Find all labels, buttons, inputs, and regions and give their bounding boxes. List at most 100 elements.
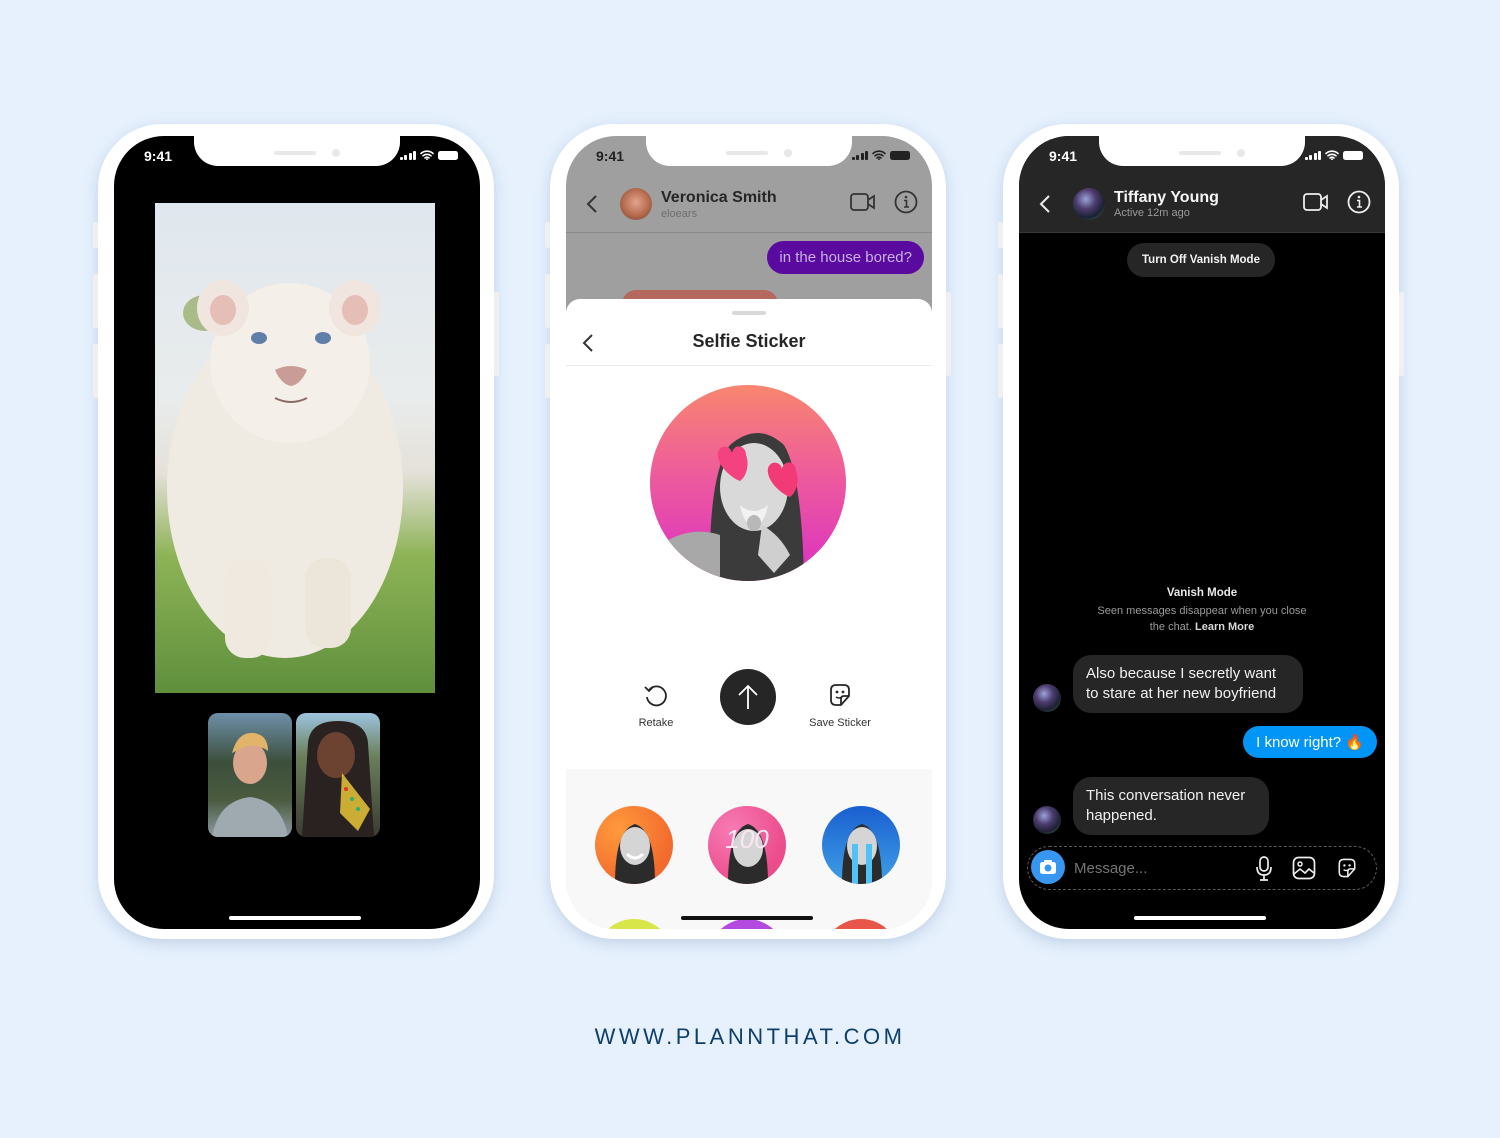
contact-name: Tiffany Young — [1114, 189, 1219, 206]
volume-up-button — [998, 274, 1003, 328]
volume-down-button — [545, 344, 550, 398]
mute-switch — [93, 222, 98, 248]
power-button — [494, 292, 499, 376]
video-call-icon[interactable] — [850, 192, 876, 212]
sent-message-bubble: I know right? 🔥 — [1243, 726, 1377, 758]
divider — [566, 365, 932, 366]
power-button — [1399, 292, 1404, 376]
signal-icon — [851, 151, 868, 160]
selfie-image — [660, 433, 804, 581]
arrow-up-icon — [738, 684, 758, 709]
contact-avatar[interactable] — [1073, 188, 1105, 220]
contact-status: Active 12m ago — [1114, 207, 1190, 219]
battery-icon — [1343, 151, 1363, 160]
screen: Tiffany Young Active 12m ago 9:41 Turn O… — [1019, 136, 1385, 929]
status-time: 9:41 — [1049, 148, 1078, 164]
info-icon[interactable] — [894, 190, 918, 214]
signal-icon — [399, 151, 416, 160]
wifi-icon — [872, 150, 886, 160]
status-time: 9:41 — [596, 148, 625, 164]
vanish-mode-info: Vanish Mode Seen messages disappear when… — [1019, 587, 1385, 635]
selfie-sticker-sheet: Selfie Sticker Retake Save Sticker 100 — [566, 299, 932, 929]
notch — [1099, 136, 1305, 166]
screen: 9:41 — [114, 136, 480, 929]
participant-2-image — [302, 721, 374, 837]
camera-button[interactable] — [1031, 850, 1065, 884]
participant-video-thumb[interactable] — [296, 713, 380, 837]
sticker-face — [842, 824, 882, 884]
sticker-option-yellow[interactable] — [595, 919, 673, 929]
volume-down-button — [998, 344, 1003, 398]
sticker-face — [615, 824, 655, 884]
sticker-option-pink-100[interactable]: 100 — [708, 806, 786, 884]
retake-label: Retake — [638, 717, 674, 729]
mute-switch — [545, 222, 550, 248]
sticker-style-tray: 100 — [566, 769, 932, 929]
status-icons — [399, 150, 458, 160]
vanish-mode-description: Seen messages disappear when you close t… — [1097, 603, 1307, 635]
volume-up-button — [93, 274, 98, 328]
message-composer — [1027, 846, 1377, 890]
info-icon[interactable] — [1347, 190, 1371, 214]
chat-header: Veronica Smith eloears — [566, 176, 932, 233]
selfie-sticker-preview — [650, 385, 846, 581]
sticker-icon — [830, 684, 850, 706]
back-icon[interactable] — [586, 194, 598, 214]
phone-vanish-mode: Tiffany Young Active 12m ago 9:41 Turn O… — [998, 124, 1404, 939]
sticker-overlay-text: 100 — [725, 824, 769, 854]
learn-more-link[interactable]: Learn More — [1195, 621, 1254, 633]
vanish-mode-title: Vanish Mode — [1166, 587, 1238, 599]
received-message-bubble: Also because I secretly want to stare at… — [1073, 655, 1303, 713]
retake-icon — [644, 685, 667, 707]
sender-avatar — [1033, 684, 1061, 712]
participant-1-image — [212, 732, 288, 837]
volume-up-button — [545, 274, 550, 328]
gallery-icon[interactable] — [1292, 856, 1316, 880]
received-message-bubble: This conversation never happened. — [1073, 777, 1269, 835]
battery-icon — [438, 151, 458, 160]
video-call-icon[interactable] — [1303, 192, 1329, 212]
home-indicator — [681, 916, 813, 920]
battery-icon — [890, 151, 910, 160]
mute-switch — [998, 222, 1003, 248]
sticker-icon[interactable] — [1335, 856, 1359, 880]
turn-off-vanish-mode-button[interactable]: Turn Off Vanish Mode — [1127, 243, 1275, 277]
wifi-icon — [420, 150, 434, 160]
status-icons — [851, 150, 910, 160]
send-sticker-button[interactable] — [720, 669, 776, 725]
phone-video-call: 9:41 — [93, 124, 499, 939]
signal-icon — [1304, 151, 1321, 160]
participant-video-thumb[interactable] — [208, 713, 292, 837]
notch — [194, 136, 400, 166]
sender-avatar — [1033, 806, 1061, 834]
power-button — [946, 292, 951, 376]
contact-username: eloears — [661, 208, 698, 220]
sticker-option-orange[interactable] — [595, 806, 673, 884]
sent-message-bubble: in the house bored? — [767, 241, 924, 274]
camera-icon — [1040, 860, 1056, 874]
microphone-icon[interactable] — [1254, 855, 1274, 881]
message-input[interactable] — [1072, 856, 1236, 880]
retake-button[interactable]: Retake — [624, 681, 688, 729]
sticker-option-purple[interactable] — [708, 919, 786, 929]
save-sticker-label: Save Sticker — [809, 717, 871, 729]
home-indicator — [229, 916, 361, 920]
sticker-option-blue-tears[interactable] — [822, 806, 900, 884]
status-time: 9:41 — [144, 148, 173, 164]
phone-selfie-sticker: 9:41 Veronica Smith eloears in the house… — [545, 124, 951, 939]
footer-url[interactable]: WWW.PLANNTHAT.COM — [0, 1024, 1500, 1050]
save-sticker-button[interactable]: Save Sticker — [794, 681, 886, 729]
notch — [646, 136, 852, 166]
sticker-option-red[interactable] — [822, 919, 900, 929]
wifi-icon — [1325, 150, 1339, 160]
back-icon[interactable] — [1039, 194, 1051, 214]
sheet-title: Selfie Sticker — [692, 331, 806, 351]
sheet-grabber[interactable] — [732, 311, 766, 315]
contact-avatar[interactable] — [620, 188, 652, 220]
status-icons — [1304, 150, 1363, 160]
contact-name: Veronica Smith — [661, 189, 777, 206]
main-video-feed[interactable] — [155, 203, 435, 693]
screen: 9:41 Veronica Smith eloears in the house… — [566, 136, 932, 929]
home-indicator — [1134, 916, 1266, 920]
volume-down-button — [93, 344, 98, 398]
